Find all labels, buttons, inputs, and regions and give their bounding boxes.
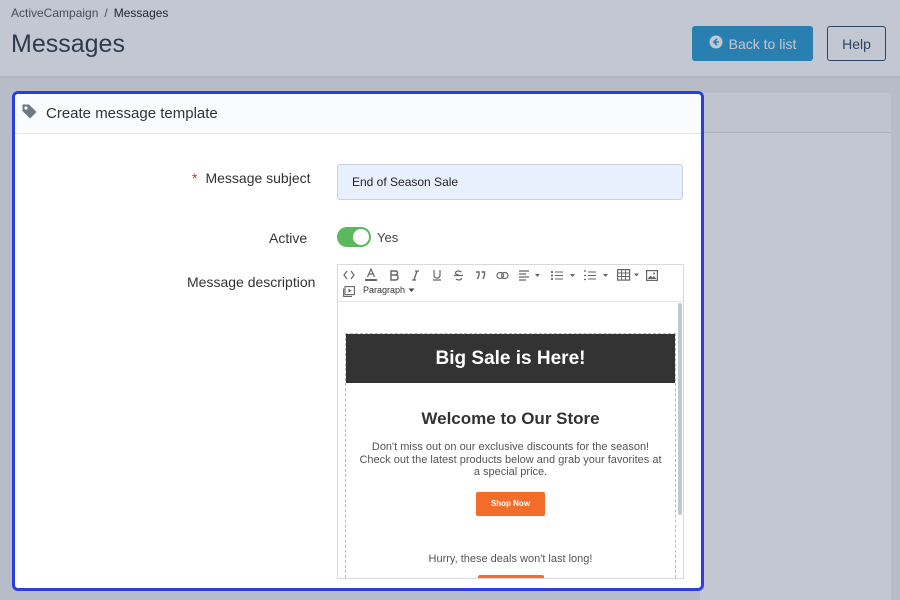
email-template-preview: Big Sale is Here! Welcome to Our Store D…: [345, 333, 676, 578]
editor-scrollbar[interactable]: [678, 303, 682, 515]
bold-icon[interactable]: [389, 268, 399, 282]
image-icon[interactable]: [646, 268, 658, 282]
email-body-text: Don't miss out on our exclusive discount…: [359, 441, 662, 478]
font-color-icon[interactable]: [365, 268, 377, 282]
table-dropdown-icon[interactable]: [617, 268, 640, 282]
message-subject-input[interactable]: [337, 164, 683, 200]
shop-now-button[interactable]: Shop Now: [476, 491, 545, 516]
blockquote-icon[interactable]: [475, 268, 486, 282]
video-icon[interactable]: [343, 284, 355, 298]
caret-down-icon: [408, 288, 415, 292]
create-template-modal: Create message template * Message subject…: [12, 91, 704, 591]
paragraph-format-select[interactable]: Paragraph: [363, 285, 415, 295]
active-label: Active: [269, 230, 308, 246]
subject-label: Message subject: [205, 170, 311, 186]
code-view-icon[interactable]: [343, 268, 355, 282]
editor-canvas[interactable]: Big Sale is Here! Welcome to Our Store D…: [338, 303, 683, 578]
active-toggle[interactable]: [337, 227, 371, 247]
align-dropdown-icon[interactable]: [518, 268, 540, 282]
email-banner: Big Sale is Here!: [346, 334, 675, 383]
subject-label-row: * Message subject: [192, 170, 311, 186]
required-asterisk: *: [192, 170, 198, 186]
toggle-knob: [353, 229, 369, 245]
paragraph-format-label: Paragraph: [363, 285, 406, 295]
italic-icon[interactable]: [411, 268, 420, 282]
description-label: Message description: [187, 274, 316, 290]
editor-toolbar: Paragraph: [338, 265, 683, 302]
rich-text-editor[interactable]: Paragraph Big Sale is Here! Welcome to O…: [337, 264, 684, 579]
numbered-list-dropdown-icon[interactable]: [583, 268, 609, 282]
email-heading: Welcome to Our Store: [421, 409, 600, 428]
bullet-list-dropdown-icon[interactable]: [550, 268, 576, 282]
modal-title: Create message template: [46, 105, 218, 122]
strikethrough-icon[interactable]: [453, 268, 464, 282]
email-second-button[interactable]: [477, 574, 544, 578]
active-state-text: Yes: [377, 230, 399, 245]
tag-icon: [21, 103, 38, 125]
link-icon[interactable]: [496, 268, 509, 282]
email-footer-text: Hurry, these deals won't last long!: [428, 552, 593, 565]
underline-icon[interactable]: [432, 268, 442, 282]
modal-header: Create message template: [15, 94, 701, 134]
